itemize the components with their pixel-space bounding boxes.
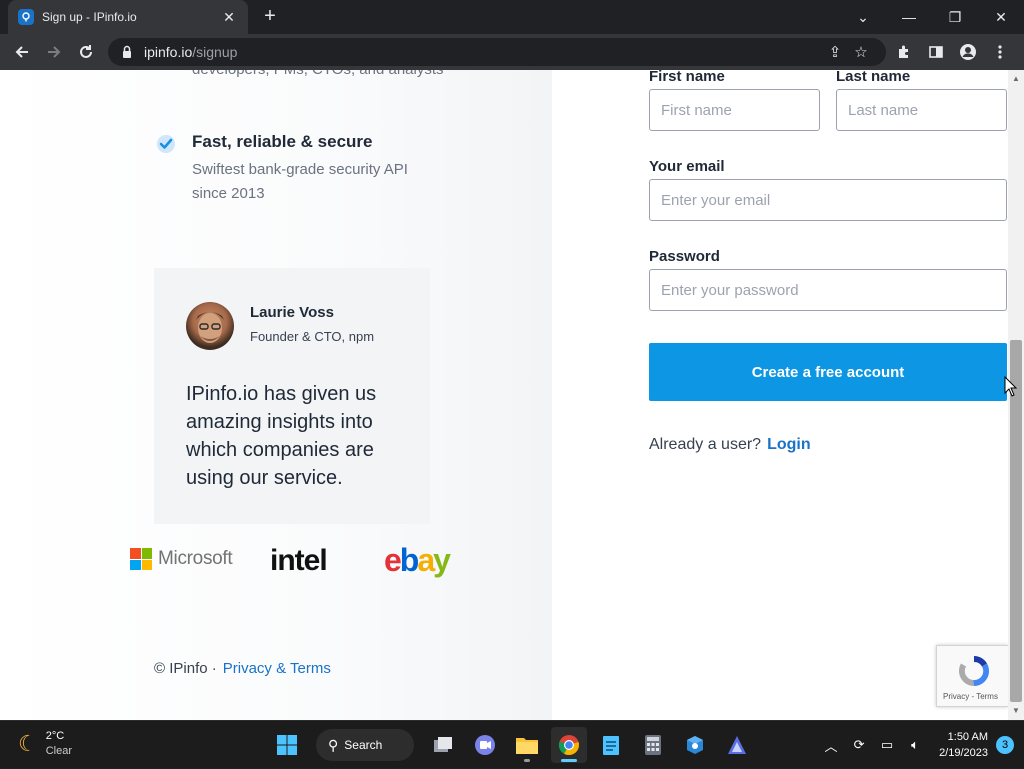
minimize-button[interactable]: — bbox=[886, 0, 932, 34]
page-content: developers, PMs, CTOs, and analysts Fast… bbox=[0, 70, 1024, 720]
create-account-button[interactable]: Create a free account bbox=[649, 343, 1007, 401]
profile-icon[interactable] bbox=[952, 38, 984, 66]
browser-tab-strip: Sign up - IPinfo.io ✕ + ⌄ — ❐ ✕ bbox=[0, 0, 1024, 34]
restore-button[interactable]: ❐ bbox=[932, 0, 978, 34]
notepad-icon[interactable] bbox=[593, 727, 629, 763]
forward-button[interactable] bbox=[38, 36, 70, 68]
ebay-logo: ebay bbox=[384, 542, 451, 578]
last-name-input[interactable] bbox=[836, 89, 1007, 131]
already-user-text: Already a user? Login bbox=[649, 436, 811, 453]
task-view-icon[interactable] bbox=[425, 727, 461, 763]
teams-chat-icon[interactable] bbox=[467, 727, 503, 763]
chevron-up-icon[interactable]: ︿ bbox=[819, 736, 843, 755]
clock[interactable]: 1:50 AM 2/19/2023 bbox=[939, 729, 988, 761]
password-label: Password bbox=[649, 248, 720, 265]
ipinfo-favicon-icon bbox=[18, 9, 34, 25]
app-launcher-icon[interactable] bbox=[719, 727, 755, 763]
copyright-text: © IPinfo · bbox=[154, 660, 217, 677]
login-link[interactable]: Login bbox=[767, 436, 811, 453]
checkmark-icon bbox=[157, 135, 175, 153]
avatar bbox=[186, 302, 234, 350]
tab-title: Sign up - IPinfo.io bbox=[42, 10, 137, 24]
sync-icon[interactable]: ⟳ bbox=[847, 737, 871, 753]
back-button[interactable] bbox=[6, 36, 38, 68]
privacy-terms-link[interactable]: Privacy & Terms bbox=[223, 660, 331, 677]
intel-logo: intel bbox=[270, 544, 328, 577]
recaptcha-icon bbox=[958, 656, 990, 686]
menu-icon[interactable] bbox=[984, 38, 1016, 66]
taskbar: ☾ 2°C Clear ⚲ Search ︿ ⟳ ▭ 🔈︎ 1:50 AM 2/… bbox=[0, 720, 1024, 768]
file-explorer-icon[interactable] bbox=[509, 727, 545, 763]
window-controls: ⌄ — ❐ ✕ bbox=[840, 0, 1024, 34]
left-panel: developers, PMs, CTOs, and analysts Fast… bbox=[0, 70, 552, 720]
email-label: Your email bbox=[649, 158, 725, 175]
microsoft-grid-icon bbox=[130, 548, 152, 570]
side-panel-icon[interactable] bbox=[920, 38, 952, 66]
testimonial-quote: IPinfo.io has given us amazing insights … bbox=[186, 383, 377, 489]
url-path: /signup bbox=[192, 44, 238, 60]
testimonial-name: Laurie Voss bbox=[250, 304, 334, 321]
weather-widget[interactable]: ☾ 2°C Clear bbox=[18, 729, 72, 759]
windows-logo-icon bbox=[277, 735, 297, 755]
feature-description: Swiftest bank-grade security API since 2… bbox=[192, 161, 408, 202]
taskbar-search[interactable]: ⚲ Search bbox=[316, 729, 414, 761]
extensions-icon[interactable] bbox=[888, 38, 920, 66]
microsoft-logo: Microsoft bbox=[130, 548, 233, 570]
share-icon[interactable]: ⇪ bbox=[822, 43, 848, 61]
last-name-label: Last name bbox=[836, 70, 911, 85]
browser-tab[interactable]: Sign up - IPinfo.io ✕ bbox=[8, 0, 248, 34]
weather-temperature: 2°C bbox=[45, 730, 65, 742]
testimonial-role: Founder & CTO, npm bbox=[250, 329, 375, 344]
display-icon[interactable]: ▭ bbox=[875, 737, 899, 753]
address-bar[interactable]: ipinfo.io/signup ⇪ ☆ bbox=[108, 38, 886, 66]
mouse-cursor-icon bbox=[1004, 376, 1018, 397]
footer: © IPinfo · Privacy & Terms bbox=[154, 660, 331, 677]
url-host: ipinfo.io bbox=[144, 44, 193, 60]
first-name-label: First name bbox=[649, 70, 725, 85]
notification-badge[interactable]: 3 bbox=[996, 736, 1014, 754]
close-window-button[interactable]: ✕ bbox=[978, 0, 1024, 34]
customer-logos: Microsoft intel ebay bbox=[130, 542, 470, 578]
first-name-input[interactable] bbox=[649, 89, 820, 131]
clock-date: 2/19/2023 bbox=[939, 747, 988, 759]
tab-close-icon[interactable]: ✕ bbox=[220, 9, 238, 26]
start-button[interactable] bbox=[269, 727, 305, 763]
scroll-up-icon[interactable]: ▲ bbox=[1008, 72, 1024, 86]
browser-toolbar: ipinfo.io/signup ⇪ ☆ bbox=[0, 34, 1024, 70]
clock-time: 1:50 AM bbox=[947, 731, 988, 743]
taskbar-apps: ⚲ Search bbox=[266, 727, 758, 763]
system-tray: ︿ ⟳ ▭ 🔈︎ 1:50 AM 2/19/2023 3 bbox=[817, 721, 1014, 769]
settings-app-icon[interactable] bbox=[677, 727, 713, 763]
toolbar-right bbox=[888, 38, 1016, 66]
new-tab-button[interactable]: + bbox=[258, 5, 282, 29]
calculator-icon[interactable] bbox=[635, 727, 671, 763]
feature-description-continued: developers, PMs, CTOs, and analysts bbox=[192, 70, 452, 82]
feature-title: Fast, reliable & secure bbox=[192, 132, 373, 151]
recaptcha-text: Privacy - Terms bbox=[943, 692, 998, 701]
lock-icon bbox=[123, 45, 131, 58]
search-icon: ⚲ bbox=[328, 736, 339, 753]
password-field[interactable] bbox=[649, 269, 1007, 311]
volume-icon[interactable]: 🔈︎ bbox=[903, 737, 927, 753]
bookmark-star-icon[interactable]: ☆ bbox=[848, 43, 874, 61]
reload-button[interactable] bbox=[70, 36, 102, 68]
testimonial-card: Laurie Voss Founder & CTO, npm IPinfo.io… bbox=[154, 268, 430, 524]
moon-icon: ☾ bbox=[18, 731, 38, 756]
tab-search-icon[interactable]: ⌄ bbox=[840, 0, 886, 34]
email-field[interactable] bbox=[649, 179, 1007, 221]
chrome-icon[interactable] bbox=[551, 727, 587, 763]
weather-condition: Clear bbox=[45, 745, 73, 757]
scroll-down-icon[interactable]: ▼ bbox=[1008, 704, 1024, 718]
recaptcha-badge[interactable]: Privacy - Terms bbox=[936, 645, 1008, 707]
